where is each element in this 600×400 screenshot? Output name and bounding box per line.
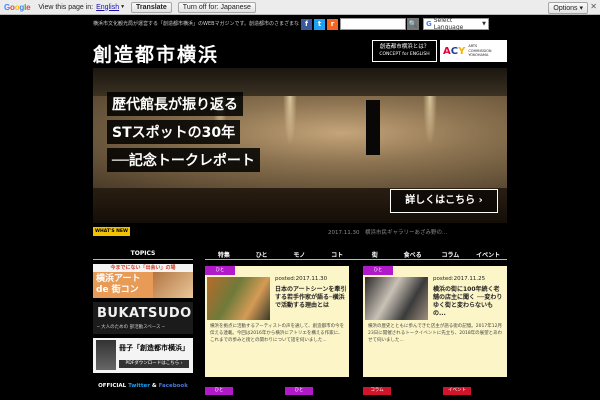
chevron-down-icon: ▼ (120, 4, 126, 10)
nav-divider (205, 259, 507, 260)
category-tag[interactable]: ひと (205, 387, 233, 395)
category-tag[interactable]: イベント (443, 387, 471, 395)
category-tag[interactable]: ひと (285, 387, 313, 395)
topics-heading: TOPICS (130, 250, 156, 257)
translate-button[interactable]: Translate (131, 1, 172, 13)
article-thumbnail[interactable] (207, 277, 270, 320)
bukatsudo-banner[interactable]: BUKATSUDO ─ 大人のための 部活動スペース ─ (93, 302, 193, 334)
category-nav: 特集 ひと モノ コト 街 食べる コラム イベント (205, 250, 507, 259)
nav-item-people[interactable]: ひと (243, 250, 281, 259)
hero-photo-door (366, 100, 380, 155)
nav-item-eat[interactable]: 食べる (394, 250, 432, 259)
concept-label: 創造都市横浜とは？ (379, 44, 430, 50)
banner-title: BUKATSUDO (97, 306, 192, 321)
search-icon[interactable]: 🔍 (407, 18, 419, 30)
nav-item-feature[interactable]: 特集 (205, 250, 243, 259)
hero-headline-3: ──記念トークレポート (107, 148, 260, 172)
turn-off-button[interactable]: Turn off for: Japanese (177, 1, 256, 13)
pdf-download-button[interactable]: PDFダウンロードはこちら › (119, 360, 189, 368)
acy-mark: ACY (443, 45, 466, 57)
translate-bar: Google View this page in: English ▼ Trans… (0, 0, 600, 15)
select-language-label: Select Language (433, 17, 464, 31)
nav-item-event[interactable]: イベント (469, 250, 507, 259)
article-thumbnail[interactable] (365, 277, 428, 320)
post-date: posted:2017.11.25 (433, 276, 486, 282)
language-dropdown[interactable]: English (96, 4, 119, 11)
official-sns-heading: OFFICIAL Twitter & Facebook (98, 383, 188, 389)
hero-banner[interactable]: 歴代館長が振り返る STスポットの30年 ──記念トークレポート 詳しくはこちら… (93, 68, 507, 223)
nav-item-things[interactable]: モノ (281, 250, 319, 259)
banner-subtitle: ─ 大人のための 部活動スペース ─ (97, 325, 165, 330)
view-page-label: View this page in: (38, 3, 94, 11)
banner-photo (153, 272, 193, 298)
article-card[interactable]: ひと posted:2017.11.25 横浜の街に100年続く老舗の店主に聞く… (363, 266, 507, 377)
hero-more-button[interactable]: 詳しくはこちら › (390, 189, 498, 213)
concept-button[interactable]: 創造都市横浜とは？ CONCEPT for ENGLISH (372, 40, 437, 62)
topics-divider (93, 259, 193, 260)
close-icon[interactable]: ✕ (590, 2, 597, 11)
nav-item-events-koto[interactable]: コト (318, 250, 356, 259)
rss-icon[interactable]: r (327, 19, 338, 30)
banner-title: 冊子「創造都市横浜」 (119, 344, 189, 352)
acy-logo[interactable]: ACY ARTS COMMISSION YOKOHAMA (440, 40, 507, 62)
article-card[interactable]: ひと posted:2017.11.30 日本のアートシーンを牽引する若手作家が… (205, 266, 349, 377)
article-title[interactable]: 横浜の街に100年続く老舗の店主に聞く ──変わりゆく街と変わらないもの... (433, 286, 505, 318)
google-logo: Google (4, 2, 31, 12)
category-tag[interactable]: ひと (363, 266, 393, 275)
site-logo[interactable]: 創造都市横浜 (93, 40, 219, 67)
select-language-dropdown[interactable]: G Select Language ▼ (423, 17, 489, 31)
category-tag[interactable]: コラム (363, 387, 391, 395)
nav-item-column[interactable]: コラム (432, 250, 470, 259)
article-excerpt: 横浜の歴史とともに歩んできた店主が語る街の記憶。2017年12月23日に開催され… (368, 324, 503, 343)
article-excerpt: 横浜を拠点に活動するアーティストの声を通して、創造都市の今を伝える連載。今回は2… (210, 324, 345, 343)
facebook-icon[interactable]: f (301, 19, 312, 30)
booklet-image (96, 340, 116, 370)
article-title[interactable]: 日本のアートシーンを牽引する若手作家が語る─横浜で活動する理由とは (275, 286, 347, 310)
news-ticker[interactable]: 2017.11.30 横浜市民ギャラリーあざみ野の... (328, 228, 447, 236)
hero-headline-2: STスポットの30年 (107, 120, 241, 144)
post-date: posted:2017.11.30 (275, 276, 328, 282)
hero-headline-1: 歴代館長が振り返る (107, 92, 243, 116)
google-g-icon: G (426, 20, 432, 28)
search-input[interactable] (340, 18, 406, 30)
twitter-icon[interactable]: t (314, 19, 325, 30)
spotlight (423, 96, 437, 146)
banner-head: 今までにない「出会い」の場 (93, 264, 193, 272)
banner-title: 横浜アート de 街コン (96, 274, 141, 295)
nav-item-town[interactable]: 街 (356, 250, 394, 259)
site-tagline: 横浜市文化観光局が運営する「創造都市横浜」のWEBマガジンです。創造都市のさまざ… (93, 21, 300, 27)
machicon-banner[interactable]: 今までにない「出会い」の場 横浜アート de 街コン (93, 264, 193, 298)
social-links: f t r (301, 19, 338, 30)
options-button[interactable]: Options ▾ (548, 2, 588, 14)
chevron-down-icon: ▼ (482, 21, 486, 27)
spotlight (283, 96, 297, 146)
booklet-banner[interactable]: 冊子「創造都市横浜」 PDFダウンロードはこちら › (93, 338, 193, 373)
category-tag[interactable]: ひと (205, 266, 235, 275)
acy-text: ARTS COMMISSION YOKOHAMA (468, 44, 492, 58)
whats-new-badge: WHAT'S NEW (93, 227, 130, 236)
concept-english-label: CONCEPT for ENGLISH (379, 52, 430, 57)
